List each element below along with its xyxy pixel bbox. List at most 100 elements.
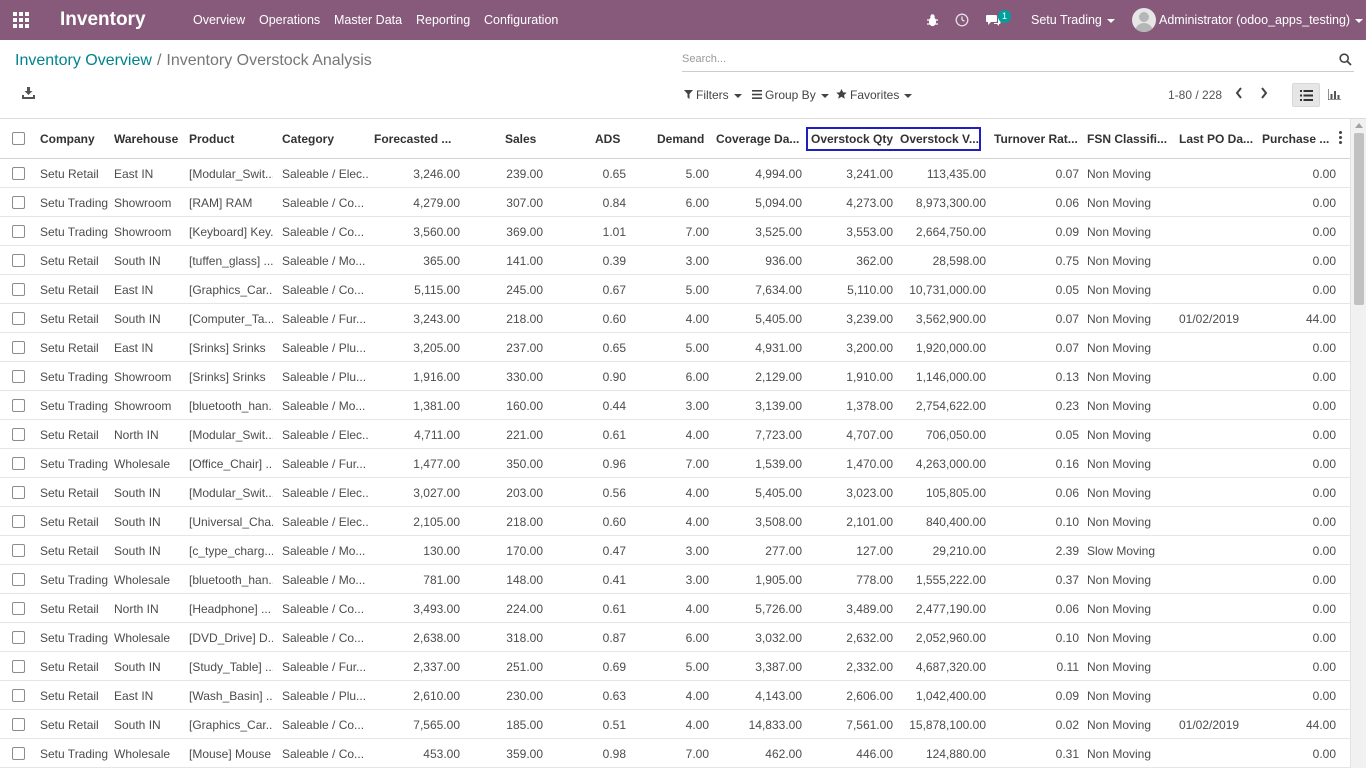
cell-ads: 0.69	[602, 660, 626, 674]
search-icon[interactable]	[1339, 53, 1352, 66]
row-checkbox[interactable]	[12, 573, 25, 586]
select-all-checkbox[interactable]	[12, 132, 25, 145]
row-checkbox[interactable]	[12, 689, 25, 702]
column-header-fsn[interactable]: FSN Classifi...	[1087, 132, 1173, 146]
row-checkbox[interactable]	[12, 747, 25, 760]
row-checkbox[interactable]	[12, 457, 25, 470]
table-row[interactable]: Setu Retail South IN [c_type_charg... Salea…	[0, 536, 1350, 565]
menu-reporting[interactable]: Reporting	[416, 13, 470, 27]
cell-coverage: 277.00	[765, 544, 802, 558]
cell-warehouse: South IN	[114, 660, 161, 674]
menu-overview[interactable]: Overview	[193, 13, 245, 27]
company-switcher[interactable]: Setu Trading	[1031, 13, 1115, 27]
cell-forecasted: 1,477.00	[413, 457, 460, 471]
table-row[interactable]: Setu Trading Wholesale [Mouse] Mouse Saleab…	[0, 739, 1350, 768]
column-header-overstock-value[interactable]: Overstock V...	[900, 132, 990, 146]
pager-value[interactable]: 1-80 / 228	[1168, 88, 1222, 102]
bug-icon[interactable]	[926, 13, 939, 27]
apps-grid-icon[interactable]	[13, 12, 31, 28]
column-header-company[interactable]: Company	[40, 132, 112, 146]
cell-overstock-qty: 3,239.00	[846, 312, 893, 326]
column-header-sales[interactable]: Sales	[505, 132, 578, 146]
row-checkbox[interactable]	[12, 428, 25, 441]
column-header-product[interactable]: Product	[189, 132, 273, 146]
cell-fsn: Non Moving	[1087, 196, 1152, 210]
row-checkbox[interactable]	[12, 486, 25, 499]
optional-columns-icon[interactable]	[1337, 131, 1343, 145]
list-view-button[interactable]	[1292, 83, 1320, 107]
column-header-warehouse[interactable]: Warehouse	[114, 132, 184, 146]
table-row[interactable]: Setu Trading Wholesale [DVD_Drive] D... Sal…	[0, 623, 1350, 652]
search-input[interactable]	[682, 53, 1322, 65]
column-header-turnover[interactable]: Turnover Rat...	[994, 132, 1083, 146]
table-row[interactable]: Setu Trading Showroom [RAM] RAM Saleable / …	[0, 188, 1350, 217]
filters-button[interactable]: Filters	[684, 88, 742, 102]
cell-category: Saleable / Elec...	[282, 486, 368, 500]
table-row[interactable]: Setu Retail East IN [Modular_Swit... Saleab…	[0, 159, 1350, 188]
table-row[interactable]: Setu Trading Showroom [bluetooth_han... Sal…	[0, 391, 1350, 420]
column-header-overstock-qty[interactable]: Overstock Qty	[811, 132, 896, 146]
download-icon[interactable]	[22, 87, 35, 99]
cell-warehouse: South IN	[114, 718, 161, 732]
column-header-coverage[interactable]: Coverage Da...	[716, 132, 806, 146]
row-checkbox[interactable]	[12, 370, 25, 383]
row-checkbox[interactable]	[12, 225, 25, 238]
table-row[interactable]: Setu Retail South IN [tuffen_glass] ... Sal…	[0, 246, 1350, 275]
table-row[interactable]: Setu Trading Showroom [Srinks] Srinks Salea…	[0, 362, 1350, 391]
table-row[interactable]: Setu Retail South IN [Computer_Ta... Saleab…	[0, 304, 1350, 333]
table-row[interactable]: Setu Retail North IN [Headphone] ... Saleab…	[0, 594, 1350, 623]
table-row[interactable]: Setu Retail East IN [Srinks] Srinks Saleabl…	[0, 333, 1350, 362]
menu-configuration[interactable]: Configuration	[484, 13, 558, 27]
chevron-right-icon[interactable]	[1259, 86, 1269, 100]
table-row[interactable]: Setu Retail South IN [Study_Table] ... Sale…	[0, 652, 1350, 681]
breadcrumb-parent[interactable]: Inventory Overview	[15, 52, 152, 69]
clock-icon[interactable]	[955, 13, 969, 27]
cell-turnover: 0.75	[1055, 254, 1079, 268]
table-row[interactable]: Setu Retail South IN [Universal_Cha... Sale…	[0, 507, 1350, 536]
table-row[interactable]: Setu Retail East IN [Wash_Basin] ... Saleab…	[0, 681, 1350, 710]
cell-coverage: 5,405.00	[755, 312, 802, 326]
row-checkbox[interactable]	[12, 631, 25, 644]
table-row[interactable]: Setu Trading Showroom [Keyboard] Key... Sal…	[0, 217, 1350, 246]
table-row[interactable]: Setu Retail South IN [Graphics_Car... Salea…	[0, 710, 1350, 739]
row-checkbox[interactable]	[12, 167, 25, 180]
cell-turnover: 0.05	[1055, 283, 1079, 297]
favorites-button[interactable]: Favorites	[836, 88, 913, 102]
column-header-purchase[interactable]: Purchase ...	[1262, 132, 1332, 146]
row-checkbox[interactable]	[12, 196, 25, 209]
row-checkbox[interactable]	[12, 602, 25, 615]
scrollbar[interactable]	[1350, 119, 1366, 768]
row-checkbox[interactable]	[12, 515, 25, 528]
table-row[interactable]: Setu Trading Wholesale [bluetooth_han... Sa…	[0, 565, 1350, 594]
table-row[interactable]: Setu Trading Wholesale [Office_Chair] ... S…	[0, 449, 1350, 478]
table-row[interactable]: Setu Retail South IN [Modular_Swit... Salea…	[0, 478, 1350, 507]
row-checkbox[interactable]	[12, 312, 25, 325]
chevron-left-icon[interactable]	[1234, 86, 1244, 100]
scroll-up-icon[interactable]	[1355, 123, 1363, 128]
row-checkbox[interactable]	[12, 718, 25, 731]
column-header-last-po-date[interactable]: Last PO Da...	[1179, 132, 1259, 146]
table-row[interactable]: Setu Retail North IN [Modular_Swit... Salea…	[0, 420, 1350, 449]
user-menu[interactable]: Administrator (odoo_apps_testing)	[1159, 13, 1364, 27]
column-header-category[interactable]: Category	[282, 132, 368, 146]
cell-product: [Modular_Swit...	[189, 167, 273, 181]
row-checkbox[interactable]	[12, 254, 25, 267]
cell-purchase: 0.00	[1312, 399, 1336, 413]
cell-sales: 141.00	[506, 254, 543, 268]
avatar[interactable]	[1132, 8, 1156, 32]
table-row[interactable]: Setu Retail East IN [Graphics_Car... Saleab…	[0, 275, 1350, 304]
group-by-button[interactable]: Group By	[752, 88, 829, 102]
row-checkbox[interactable]	[12, 341, 25, 354]
menu-master-data[interactable]: Master Data	[334, 13, 402, 27]
scrollbar-thumb[interactable]	[1354, 133, 1364, 305]
menu-operations[interactable]: Operations	[259, 13, 320, 27]
row-checkbox[interactable]	[12, 283, 25, 296]
graph-view-button[interactable]	[1321, 83, 1349, 107]
row-checkbox[interactable]	[12, 544, 25, 557]
app-title[interactable]: Inventory	[60, 9, 146, 31]
column-header-ads[interactable]: ADS	[595, 132, 661, 146]
column-header-forecasted[interactable]: Forecasted ...	[374, 132, 460, 146]
chevron-down-icon	[904, 93, 913, 98]
row-checkbox[interactable]	[12, 660, 25, 673]
row-checkbox[interactable]	[12, 399, 25, 412]
